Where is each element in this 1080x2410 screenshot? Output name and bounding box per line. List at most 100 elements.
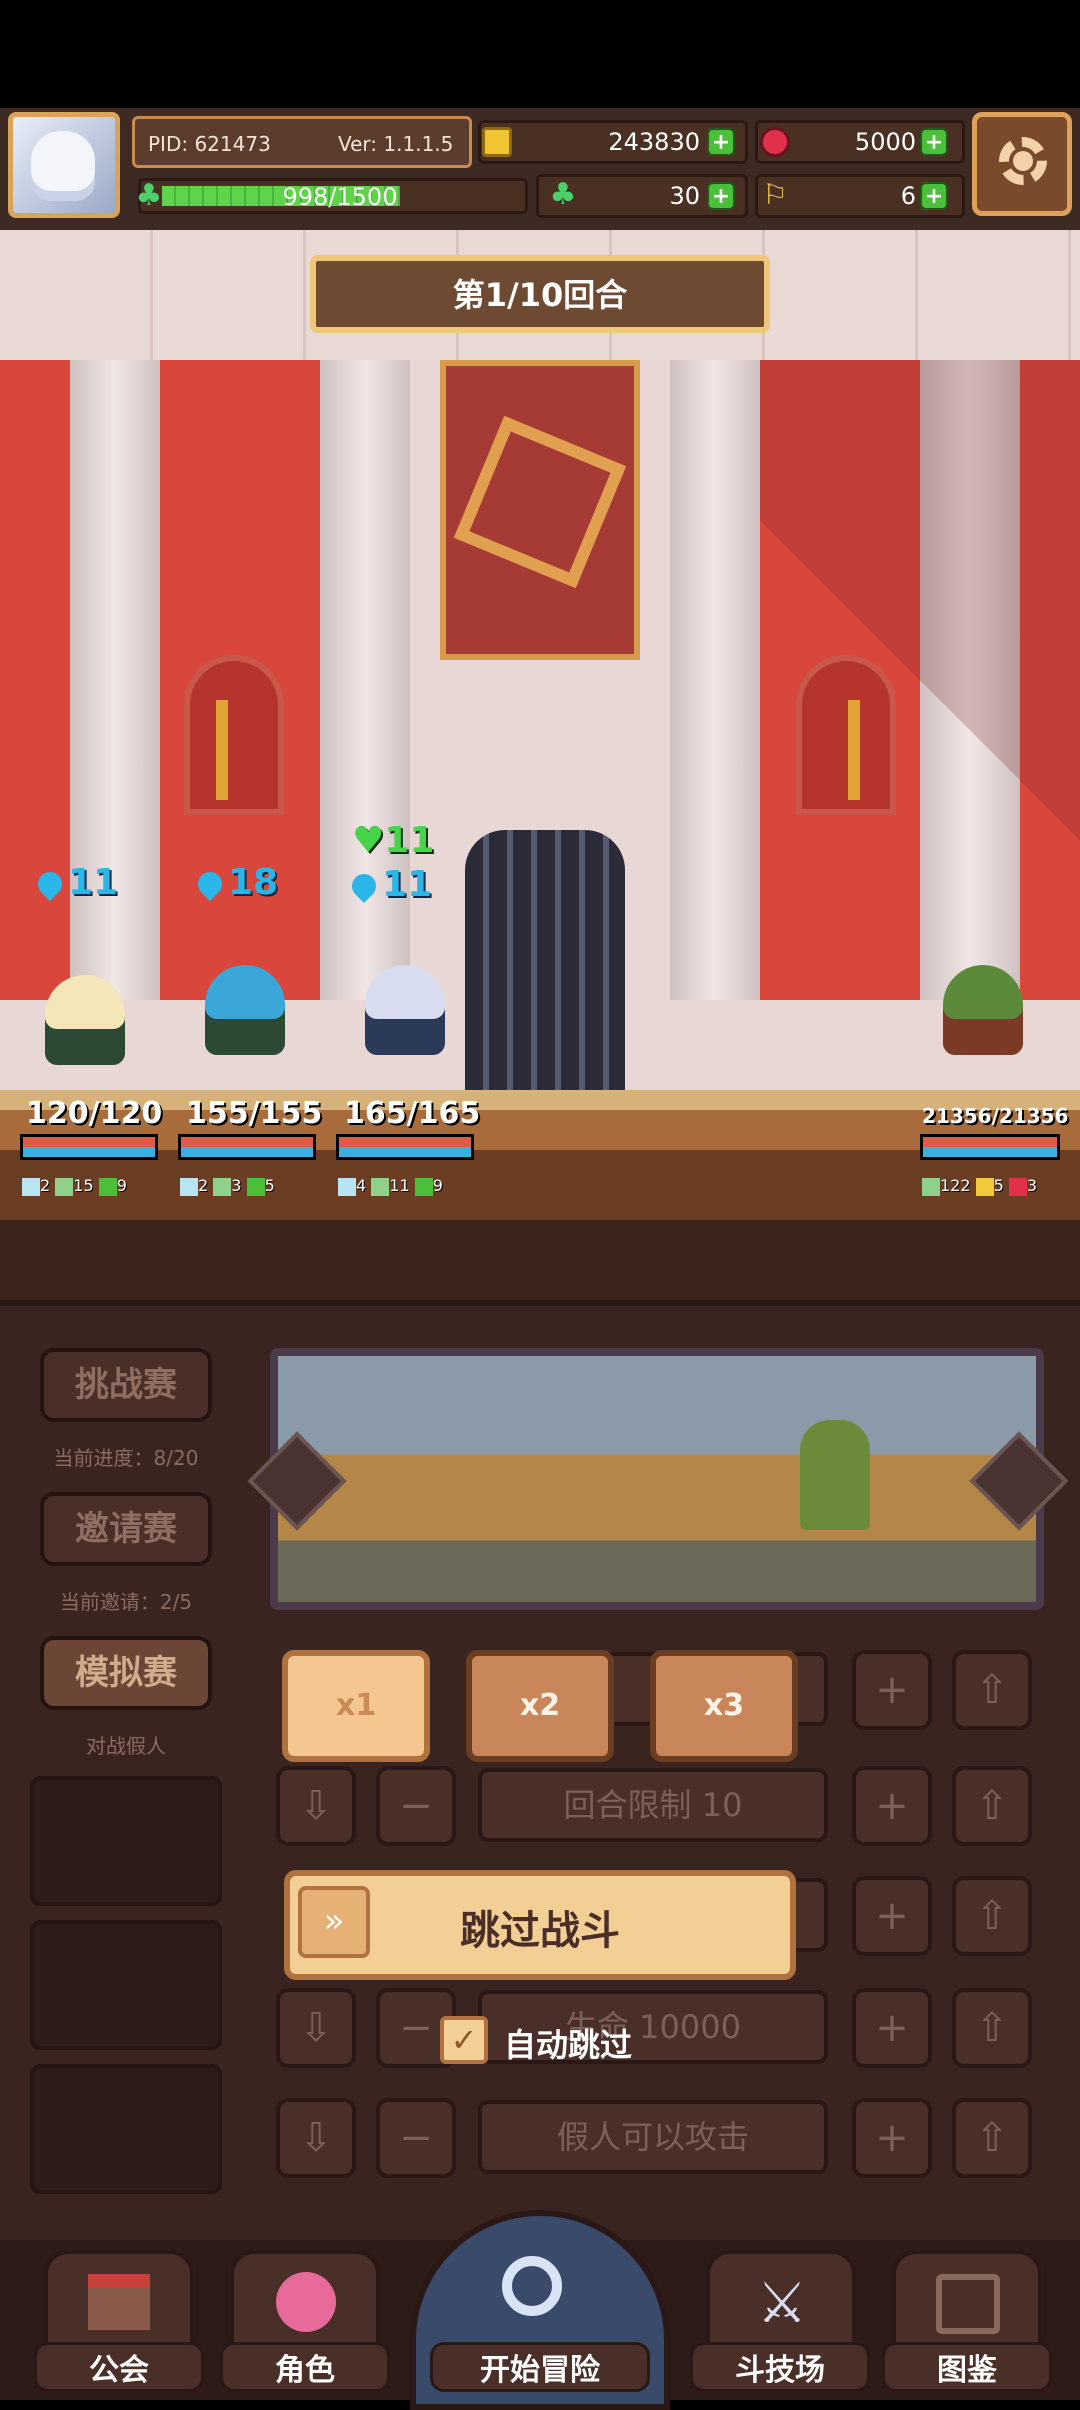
min-button[interactable]: ⇩ (276, 2098, 356, 2178)
status-bar (0, 0, 1080, 108)
gold-value: 243830 (608, 128, 700, 156)
hero-1-shield-stat: 11 (33, 862, 118, 903)
add-clover-button[interactable]: + (707, 182, 735, 210)
speed-x3-button[interactable]: x3 (650, 1650, 798, 1762)
max-hp-button[interactable]: ⇧ (952, 1988, 1032, 2068)
add-horn-button[interactable]: + (920, 182, 948, 210)
skull-icon (922, 1177, 940, 1196)
horn-icon: ⚐ (762, 178, 788, 211)
banner-icon (975, 1177, 994, 1196)
round-limit-field[interactable]: 回合限制 10 (478, 1768, 828, 1842)
hero-1-hp: 120/120 (26, 1096, 163, 1131)
leaf-icon (414, 1177, 433, 1196)
gem-value: 5000 (854, 128, 916, 156)
increase-round-button[interactable]: + (852, 1766, 932, 1846)
water-drop-icon (193, 867, 227, 901)
target-icon (1008, 1177, 1027, 1196)
pillar (70, 360, 160, 1000)
exp-text: 998/1500 (282, 183, 398, 211)
shield-icon (22, 1177, 40, 1196)
crossed-swords-icon: ⚔ (756, 2271, 808, 2336)
red-wall-left (0, 360, 70, 1000)
empty-slot (30, 2064, 222, 2194)
enemy-hp-bar (920, 1134, 1060, 1160)
hero-3-stats: 4 11 9 (338, 1176, 443, 1196)
pillar (670, 360, 760, 1000)
increase-button[interactable]: + (852, 1876, 932, 1956)
min-button[interactable]: ⇩ (276, 1766, 356, 1846)
enemy-hp: 21356/21356 (922, 1104, 1069, 1128)
clover-icon: ♣ (549, 177, 577, 212)
empty-slot (30, 1920, 222, 2050)
gold-coin-icon (482, 127, 512, 157)
mock-match-button[interactable]: 模拟赛 (40, 1636, 212, 1710)
character-nav-label: 角色 (220, 2342, 390, 2392)
guild-house-icon (88, 2274, 150, 2330)
decrease-round-button[interactable]: − (376, 1766, 456, 1846)
sword-emblem-icon (216, 700, 228, 800)
guild-nav-label: 公会 (34, 2342, 204, 2392)
shield-icon (338, 1177, 356, 1196)
settings-button[interactable] (972, 112, 1072, 216)
hero-3-shield-stat: 11 (347, 864, 432, 905)
wall-niche-right (796, 655, 896, 815)
dummy-preview-sprite (800, 1420, 870, 1530)
skip-battle-label: 跳过战斗 (460, 1908, 620, 1954)
increase-hp-button[interactable]: + (852, 1988, 932, 2068)
leaf-icon (246, 1177, 265, 1196)
invite-match-button[interactable]: 邀请赛 (40, 1492, 212, 1566)
magnifier-icon (502, 2256, 562, 2316)
hero-1-sprite[interactable] (20, 935, 150, 1075)
hero-3-sprite[interactable] (340, 925, 470, 1065)
hero-1-stats: 2 15 9 (22, 1176, 127, 1196)
max-button[interactable]: ⇧ (952, 2098, 1032, 2178)
auto-skip-checkbox[interactable]: ✓ (440, 2016, 488, 2064)
arena-nav-label: 斗技场 (690, 2342, 870, 2392)
add-gem-button[interactable]: + (920, 128, 948, 156)
clover-value: 30 (669, 182, 700, 210)
speed-x2-button[interactable]: x2 (466, 1650, 614, 1762)
exp-clover-icon: ♣ (135, 178, 163, 213)
enemy-stats: 122 5 3 (922, 1176, 1037, 1196)
mock-match-desc: 对战假人 (86, 1734, 166, 1758)
player-avatar[interactable] (8, 112, 120, 218)
decrease-button[interactable]: − (376, 2098, 456, 2178)
increase-button[interactable]: + (852, 2098, 932, 2178)
sword-emblem-icon (848, 700, 860, 800)
clover-icon (213, 1177, 232, 1196)
enemy-dummy-sprite[interactable] (918, 925, 1048, 1065)
speed-x1-button[interactable]: x1 (282, 1650, 430, 1762)
hero-2-hp-bar (178, 1134, 316, 1160)
hero-3-hp-bar (336, 1134, 474, 1160)
codex-nav-label: 图鉴 (882, 2342, 1052, 2392)
shield-icon (180, 1177, 198, 1196)
challenge-match-button[interactable]: 挑战赛 (40, 1348, 212, 1422)
hero-3-hp: 165/165 (344, 1096, 481, 1131)
hero-2-sprite[interactable] (180, 925, 310, 1065)
increase-button[interactable]: + (852, 1650, 932, 1730)
max-round-button[interactable]: ⇧ (952, 1766, 1032, 1846)
character-portrait-icon (276, 2272, 336, 2332)
hanging-banner (440, 360, 640, 660)
sprout-icon (371, 1177, 390, 1196)
dummy-attack-field[interactable]: 假人可以攻击 (478, 2100, 828, 2174)
water-drop-icon (347, 869, 381, 903)
hero-3-heal-stat: ♥11 (352, 820, 435, 861)
challenge-progress: 当前进度：8/20 (53, 1446, 199, 1470)
max-button[interactable]: ⇧ (952, 1650, 1032, 1730)
max-button[interactable]: ⇧ (952, 1876, 1032, 1956)
wall-niche-left (184, 655, 284, 815)
codex-book-icon (936, 2274, 1000, 2334)
hero-2-hp: 155/155 (186, 1096, 323, 1131)
add-gold-button[interactable]: + (707, 128, 735, 156)
hero-2-stats: 2 3 5 (180, 1176, 275, 1196)
game-version: Ver: 1.1.1.5 (338, 132, 454, 156)
start-adventure-label: 开始冒险 (430, 2342, 650, 2392)
hero-2-shield-stat: 18 (193, 862, 278, 903)
player-id: PID: 621473 (148, 132, 271, 156)
iron-gate (465, 830, 625, 1090)
invite-progress: 当前邀请：2/5 (59, 1590, 193, 1614)
auto-skip-label: 自动跳过 (504, 2026, 633, 2064)
min-hp-button[interactable]: ⇩ (276, 1988, 356, 2068)
opponent-preview (270, 1348, 1044, 1610)
